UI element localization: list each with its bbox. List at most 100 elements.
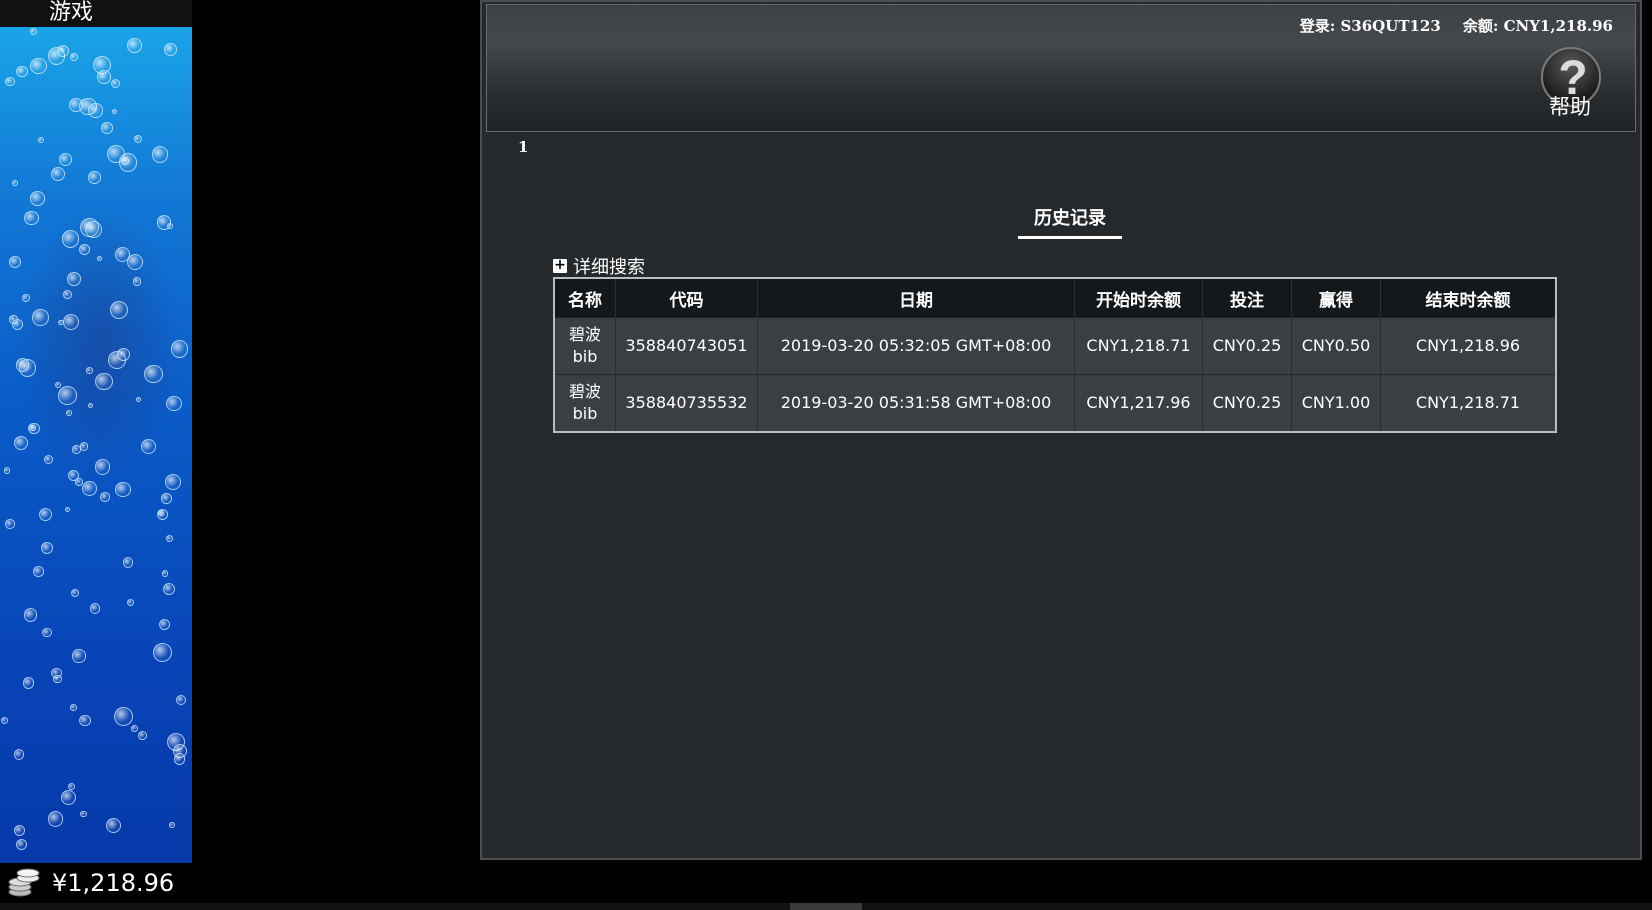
detail-search-label: 详细搜索 <box>573 257 645 278</box>
table-header-row: 名称 代码 日期 开始时余额 投注 赢得 结束时余额 <box>554 278 1556 318</box>
bubble-decoration <box>161 569 169 577</box>
history-window: 登录: S36QUT123 余额: CNY1,218.96 ? 帮助 1 历史记录… <box>480 0 1642 860</box>
bubble-decoration <box>127 253 144 270</box>
cell-bet: CNY0.25 <box>1202 374 1292 432</box>
bubble-decoration <box>115 481 131 498</box>
bubble-decoration <box>72 445 81 454</box>
cell-bet: CNY0.25 <box>1202 317 1292 375</box>
bubble-decoration <box>152 642 172 662</box>
bubble-decoration <box>9 256 22 269</box>
bubble-decoration <box>82 480 98 497</box>
bubble-decoration <box>169 822 175 828</box>
bubble-decoration <box>127 38 142 53</box>
game-preview-image <box>0 27 192 863</box>
bubble-decoration <box>100 121 113 134</box>
bubble-decoration <box>68 783 75 791</box>
bubble-decoration <box>78 714 91 727</box>
bubble-decoration <box>140 438 157 455</box>
history-table: 名称 代码 日期 开始时余额 投注 赢得 结束时余额 碧波 bib 3588407… <box>553 277 1557 433</box>
bubble-decoration <box>70 589 79 598</box>
bubble-decoration <box>41 541 54 554</box>
bubble-decoration <box>37 136 45 144</box>
help-button[interactable]: ? 帮助 <box>1541 45 1605 119</box>
bottom-taskbar <box>0 903 1652 910</box>
bubble-decoration <box>114 707 134 727</box>
bubble-decoration <box>137 730 147 740</box>
bubble-decoration <box>54 381 62 388</box>
detail-search-toggle[interactable]: + 详细搜索 <box>553 253 645 279</box>
bubble-decoration <box>95 372 113 391</box>
page-number[interactable]: 1 <box>518 138 528 156</box>
bubble-decoration <box>72 649 86 663</box>
bubble-decoration <box>151 146 169 164</box>
cell-win: CNY1.00 <box>1291 374 1381 432</box>
bubble-decoration <box>136 397 142 403</box>
bubble-decoration <box>30 191 45 206</box>
bubble-decoration <box>60 789 77 806</box>
bubble-decoration <box>110 78 121 88</box>
bubble-decoration <box>107 351 126 369</box>
bubble-decoration <box>165 534 173 542</box>
column-header-win: 赢得 <box>1291 278 1381 318</box>
cell-end-balance: CNY1,218.71 <box>1380 374 1556 432</box>
bubble-decoration <box>111 108 117 114</box>
cell-name: 碧波 bib <box>554 317 616 375</box>
bubble-decoration <box>50 166 65 182</box>
bubble-decoration <box>38 507 52 521</box>
bubble-decoration <box>13 749 24 760</box>
column-header-name: 名称 <box>554 278 616 318</box>
bubble-decoration <box>28 422 40 435</box>
bubble-decoration <box>3 467 10 474</box>
bubble-decoration <box>16 66 28 78</box>
coin-stack-icon <box>8 868 40 897</box>
bubble-decoration <box>4 76 15 87</box>
bubble-decoration <box>170 340 189 358</box>
account-info: 登录: S36QUT123 余额: CNY1,218.96 <box>1300 15 1613 36</box>
bubble-decoration <box>23 608 37 622</box>
bubble-decoration <box>64 507 70 513</box>
bubble-decoration <box>63 314 80 330</box>
header-bar: 登录: S36QUT123 余额: CNY1,218.96 ? 帮助 <box>486 4 1636 132</box>
bubble-decoration <box>109 300 129 320</box>
bubble-decoration <box>16 839 28 851</box>
bubble-decoration <box>79 442 89 451</box>
bubble-decoration <box>84 220 103 238</box>
bubble-decoration <box>144 364 163 384</box>
bubble-decoration <box>127 599 135 607</box>
bubble-decoration <box>9 315 18 324</box>
bubble-decoration <box>122 557 134 569</box>
column-header-code: 代码 <box>615 278 758 318</box>
bubble-decoration <box>86 367 93 374</box>
game-tab[interactable]: 游戏 <box>0 0 192 27</box>
column-header-start-balance: 开始时余额 <box>1074 278 1203 318</box>
bubble-decoration <box>56 44 70 58</box>
cell-date: 2019-03-20 05:32:05 GMT+08:00 <box>757 317 1075 375</box>
bubble-decoration <box>18 359 37 377</box>
side-panel: 游戏 ¥1,218.96 <box>0 0 192 910</box>
table-row[interactable]: 碧波 bib 358840743051 2019-03-20 05:32:05 G… <box>554 317 1556 375</box>
tab-history[interactable]: 历史记录 <box>1018 204 1122 239</box>
bubble-decoration <box>175 694 186 705</box>
bubble-decoration <box>157 508 169 521</box>
bubble-decoration <box>88 103 103 118</box>
bubble-decoration <box>164 42 178 56</box>
bubble-decoration <box>33 566 44 577</box>
bubble-decoration <box>100 492 110 502</box>
bubble-decoration <box>70 53 79 62</box>
taskbar-tab[interactable] <box>790 903 862 910</box>
column-header-date: 日期 <box>757 278 1075 318</box>
bubble-decoration <box>166 395 182 412</box>
bubble-decoration <box>29 27 37 35</box>
bubble-decoration <box>156 215 171 230</box>
bubble-decoration <box>58 386 77 405</box>
bubble-decoration <box>13 435 28 450</box>
table-row[interactable]: 碧波 bib 358840735532 2019-03-20 05:31:58 G… <box>554 374 1556 432</box>
bubble-decoration <box>164 473 181 490</box>
bubble-decoration <box>59 152 73 166</box>
bubble-decoration <box>48 811 64 827</box>
bubble-decoration <box>133 135 143 144</box>
bubble-decoration <box>66 271 81 286</box>
bubble-decoration <box>0 717 8 725</box>
bubble-decoration <box>160 493 172 504</box>
bubble-decoration <box>63 290 73 300</box>
